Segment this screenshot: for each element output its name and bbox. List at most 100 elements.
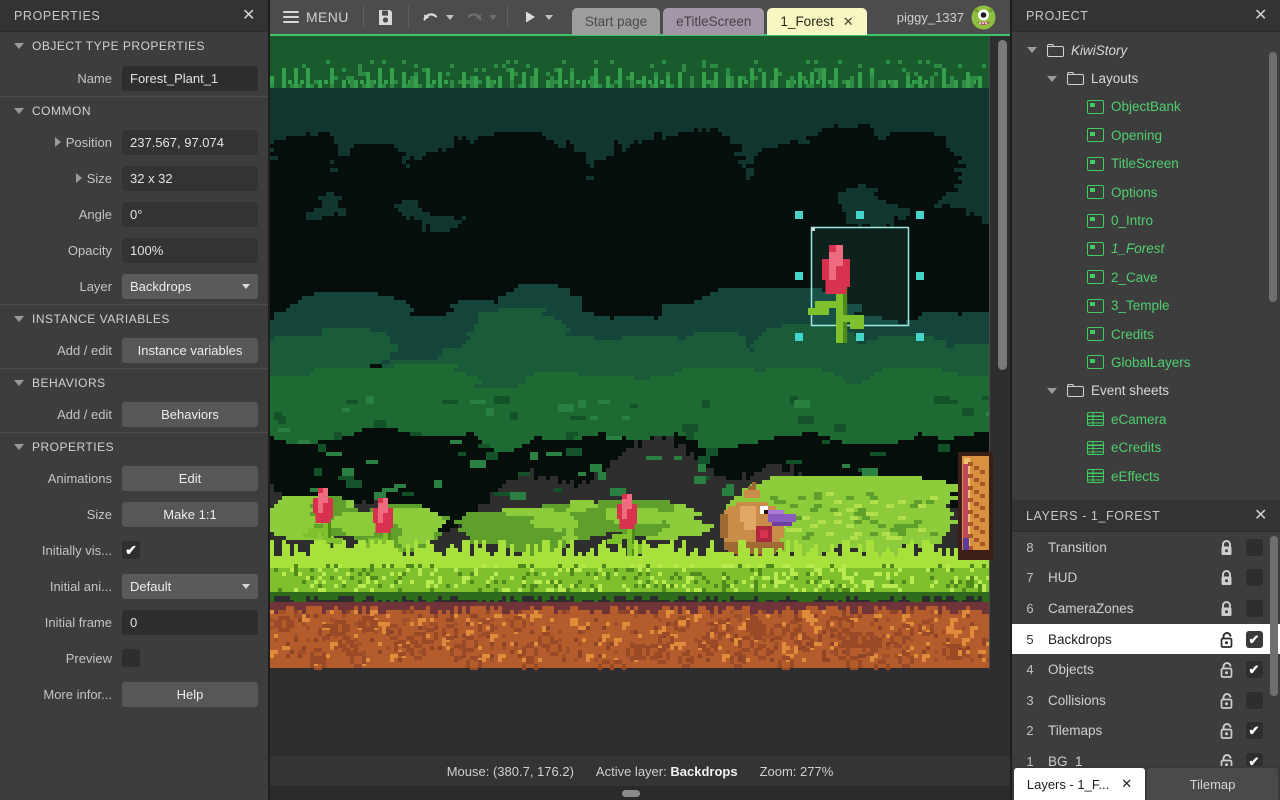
property-dropdown[interactable]: Backdrops (122, 273, 258, 299)
layer-row[interactable]: 3 Collisions (1012, 685, 1280, 716)
layout-canvas[interactable] (270, 36, 1010, 756)
chevron-down-icon[interactable] (1047, 75, 1057, 82)
property-dropdown[interactable]: Default (122, 573, 258, 599)
property-row: More infor... Help (0, 676, 268, 712)
property-checkbox[interactable] (122, 649, 140, 667)
project-tree-item[interactable]: eEffects (1012, 462, 1280, 490)
dock-tab[interactable]: Layers - 1_F... ✕ (1014, 768, 1145, 800)
document-tab[interactable]: Start page (571, 8, 661, 35)
property-button[interactable]: Make 1:1 (122, 501, 258, 527)
property-section-header[interactable]: INSTANCE VARIABLES (0, 304, 268, 332)
layer-index: 3 (1026, 692, 1034, 708)
property-button[interactable]: Behaviors (122, 401, 258, 427)
project-tree-item[interactable]: eCredits (1012, 433, 1280, 461)
property-input[interactable]: Forest_Plant_1 (122, 65, 258, 91)
property-section-header[interactable]: OBJECT TYPE PROPERTIES (0, 32, 268, 60)
layer-visibility-checkbox[interactable]: ✔ (1240, 661, 1268, 679)
play-triangle-icon[interactable] (515, 3, 545, 31)
layout-scene-view[interactable] (270, 36, 1010, 718)
chevron-right-icon[interactable] (75, 173, 82, 183)
project-tree-item[interactable]: GlobalLayers (1012, 348, 1280, 376)
chevron-down-icon[interactable] (1027, 47, 1037, 54)
lock-open-icon[interactable] (1212, 753, 1240, 766)
project-tree-item[interactable]: Event sheets (1012, 377, 1280, 405)
close-icon[interactable]: ✕ (1121, 776, 1132, 792)
lock-open-icon[interactable] (1212, 661, 1240, 679)
layer-visibility-checkbox[interactable]: ✔ (1240, 630, 1268, 648)
layer-visibility-checkbox[interactable]: ✔ (1240, 752, 1268, 766)
lock-closed-icon[interactable] (1212, 569, 1240, 586)
dock-tab[interactable]: Tilemap (1147, 768, 1278, 800)
lock-open-icon[interactable] (1212, 722, 1240, 740)
save-floppy-icon[interactable] (371, 3, 401, 31)
property-button[interactable]: Help (122, 681, 258, 707)
property-button[interactable]: Instance variables (122, 337, 258, 363)
property-label-text: Initially vis... (41, 542, 112, 558)
property-label-text: Position (65, 134, 112, 150)
layer-visibility-checkbox[interactable]: ✔ (1240, 722, 1268, 740)
project-tree-item[interactable]: ObjectBank (1012, 93, 1280, 121)
layer-index: 8 (1026, 539, 1034, 555)
layer-row[interactable]: 1 BG_1 ✔ (1012, 746, 1280, 766)
close-icon[interactable]: ✕ (238, 5, 260, 27)
property-dropdown-value: Backdrops (130, 278, 192, 294)
layer-visibility-checkbox[interactable] (1240, 691, 1268, 709)
document-tab[interactable]: eTitleScreen (663, 8, 765, 35)
layer-row[interactable]: 4 Objects ✔ (1012, 654, 1280, 685)
property-section-header[interactable]: PROPERTIES (0, 432, 268, 460)
property-input[interactable]: 237.567, 97.074 (122, 129, 258, 155)
project-tree-item[interactable]: 0_Intro (1012, 206, 1280, 234)
property-checkbox[interactable]: ✔ (122, 541, 140, 559)
layer-row[interactable]: 5 Backdrops ✔ (1012, 623, 1280, 655)
layer-row[interactable]: 2 Tilemaps ✔ (1012, 716, 1280, 747)
close-icon[interactable]: ✕ (1250, 505, 1272, 527)
project-tree-item[interactable]: Options (1012, 178, 1280, 206)
property-button[interactable]: Edit (122, 465, 258, 491)
project-tree-item[interactable]: KiwiStory (1012, 36, 1280, 64)
lock-open-icon[interactable] (1212, 631, 1240, 648)
layers-scrollbar[interactable] (1270, 536, 1278, 696)
close-icon[interactable]: ✕ (843, 14, 854, 30)
canvas-vertical-scrollbar[interactable] (998, 40, 1007, 370)
user-account-button[interactable]: piggy_1337 (897, 5, 1004, 30)
project-tree-item[interactable]: TitleScreen (1012, 150, 1280, 178)
project-tree-item[interactable]: 2_Cave (1012, 263, 1280, 291)
lock-closed-icon[interactable] (1212, 539, 1240, 556)
project-tree-item-label: 0_Intro (1111, 213, 1154, 229)
layer-visibility-checkbox[interactable] (1240, 599, 1268, 617)
project-tree-item[interactable]: Layouts (1012, 64, 1280, 92)
document-tab[interactable]: 1_Forest ✕ (767, 8, 867, 35)
property-section-header[interactable]: COMMON (0, 96, 268, 124)
lock-closed-icon[interactable] (1212, 600, 1240, 617)
project-tree-scrollbar[interactable] (1269, 52, 1277, 302)
project-tree-item[interactable]: Opening (1012, 121, 1280, 149)
property-section-header[interactable]: BEHAVIORS (0, 368, 268, 396)
layer-row[interactable]: 6 CameraZones (1012, 593, 1280, 624)
layer-row[interactable]: 7 HUD (1012, 563, 1280, 594)
property-section-title: INSTANCE VARIABLES (32, 311, 170, 326)
property-input[interactable]: 0° (122, 201, 258, 227)
folder-icon (1047, 43, 1064, 57)
chevron-right-icon[interactable] (54, 137, 61, 147)
close-icon[interactable]: ✕ (1250, 5, 1272, 27)
menu-button[interactable]: MENU (276, 2, 356, 32)
property-input[interactable]: 0 (122, 609, 258, 635)
project-tree-item[interactable]: eCamera (1012, 405, 1280, 433)
play-dropdown-caret-icon[interactable] (544, 14, 553, 20)
canvas-horizontal-scrollbar[interactable] (622, 790, 640, 797)
undo-arrow-icon[interactable] (416, 3, 446, 31)
lock-open-icon[interactable] (1212, 692, 1240, 709)
layer-visibility-checkbox[interactable] (1240, 569, 1268, 587)
project-tree-item[interactable]: Credits (1012, 320, 1280, 348)
project-tree-item[interactable]: 3_Temple (1012, 292, 1280, 320)
property-row: Size Make 1:1 (0, 496, 268, 532)
checkmark-icon: ✔ (1248, 662, 1260, 678)
property-input[interactable]: 100% (122, 237, 258, 263)
layer-visibility-checkbox[interactable] (1240, 538, 1268, 556)
undo-dropdown-caret-icon[interactable] (445, 14, 454, 20)
layer-row[interactable]: 8 Transition (1012, 532, 1280, 563)
property-input[interactable]: 32 x 32 (122, 165, 258, 191)
chevron-down-icon[interactable] (1047, 387, 1057, 394)
project-tree-item[interactable]: 1_Forest (1012, 235, 1280, 263)
layout-icon (1087, 241, 1104, 256)
